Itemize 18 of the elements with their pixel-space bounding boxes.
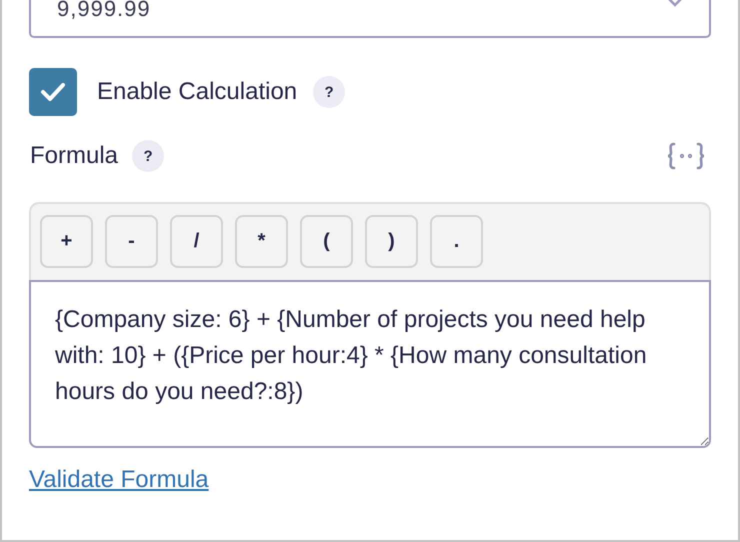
operator-button[interactable]: + xyxy=(40,215,93,268)
operator-button[interactable]: * xyxy=(235,215,288,268)
help-icon[interactable]: ? xyxy=(132,140,164,172)
amount-field[interactable]: 9,999.99 xyxy=(29,0,711,38)
operator-button[interactable]: ) xyxy=(365,215,418,268)
formula-label: Formula xyxy=(30,142,118,170)
formula-input[interactable]: {Company size: 6} + {Number of projects you need help with: 10} + ({Price per hour:4} * {How many consultation hours do you need?:8}) xyxy=(29,280,711,448)
enable-calculation-label: Enable Calculation xyxy=(97,78,298,106)
operator-button[interactable]: ( xyxy=(300,215,353,268)
help-icon[interactable]: ? xyxy=(313,76,346,108)
operator-button[interactable]: . xyxy=(430,215,483,268)
merge-tags-icon[interactable] xyxy=(666,141,706,171)
validate-formula-link[interactable]: Validate Formula xyxy=(29,466,209,494)
operator-button[interactable]: - xyxy=(105,215,158,268)
check-icon xyxy=(40,82,66,102)
amount-value: 9,999.99 xyxy=(56,0,151,20)
enable-calculation-checkbox[interactable] xyxy=(29,68,77,116)
operator-button[interactable]: / xyxy=(170,215,223,268)
